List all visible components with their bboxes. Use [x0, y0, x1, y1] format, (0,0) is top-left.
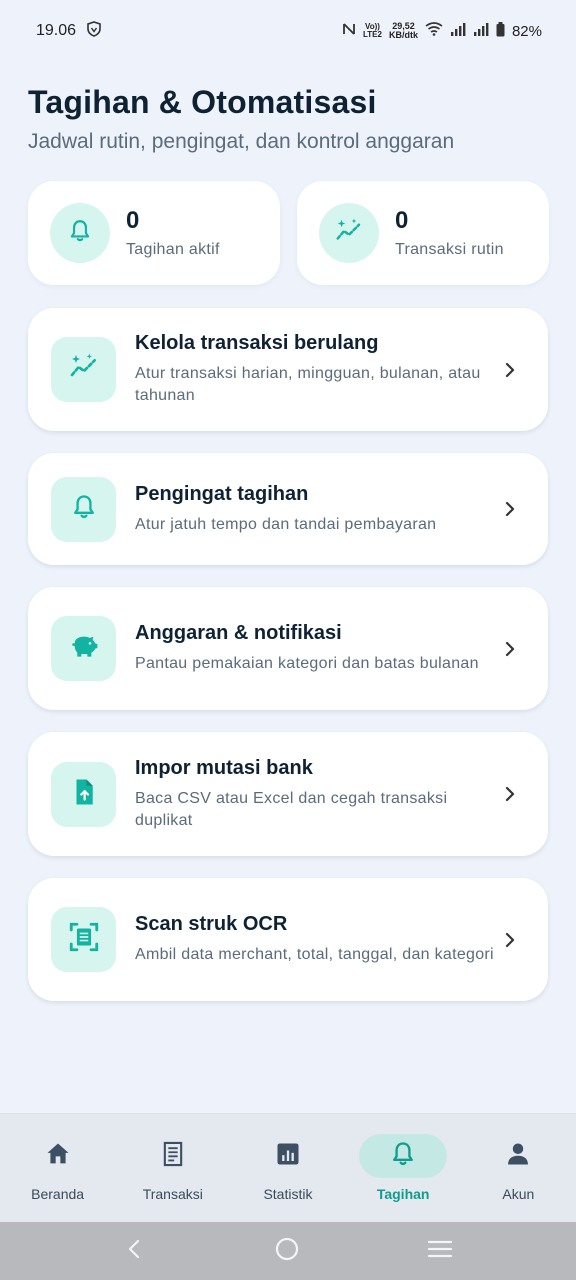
signal-icon-2 [473, 22, 489, 40]
stat-label: Tagihan aktif [126, 241, 220, 258]
nav-label: Tagihan [376, 1186, 430, 1202]
menu-text: Anggaran & notifikasi Pantau pemakaian k… [135, 622, 498, 675]
stat-card-active-bills[interactable]: 0 Tagihan aktif [28, 181, 280, 285]
sparkle-trend-icon [68, 351, 100, 388]
menu-text: Impor mutasi bank Baca CSV atau Excel da… [135, 757, 498, 832]
menu-scan-receipt-ocr[interactable]: Scan struk OCR Ambil data merchant, tota… [28, 878, 548, 1001]
chevron-right-icon [498, 358, 522, 382]
menu-description: Ambil data merchant, total, tanggal, dan… [135, 946, 494, 963]
stat-label: Transaksi rutin [395, 241, 504, 258]
chevron-right-icon [498, 497, 522, 521]
nav-label: Transaksi [142, 1186, 203, 1202]
menu-description: Atur jatuh tempo dan tandai pembayaran [135, 515, 437, 533]
nav-label: Statistik [263, 1186, 313, 1202]
nav-item-tagihan[interactable]: Tagihan [348, 1134, 458, 1202]
nfc-icon [342, 21, 356, 41]
menu-icon-wrap [51, 616, 116, 681]
nav-label: Beranda [31, 1186, 85, 1202]
system-nav-bar [0, 1222, 576, 1280]
stat-icon-wrap [50, 203, 110, 263]
menu-title: Pengingat tagihan [135, 482, 309, 505]
menu-description: Atur transaksi harian, mingguan, bulanan… [135, 365, 481, 404]
volte-indicator: Vo)) LTE2 [363, 23, 382, 39]
nav-item-transaksi[interactable]: Transaksi [118, 1134, 228, 1202]
menu-description: Baca CSV atau Excel dan cegah transaksi … [135, 789, 448, 829]
battery-percent: 82% [511, 22, 542, 40]
menu-text: Scan struk OCR Ambil data merchant, tota… [135, 913, 498, 966]
page-subtitle: Jadwal rutin, pengingat, dan kontrol ang… [28, 130, 455, 153]
nav-label: Akun [502, 1186, 535, 1202]
chevron-right-icon [498, 928, 522, 952]
bell-icon [67, 218, 93, 249]
document-scan-icon [67, 920, 101, 959]
wifi-icon [425, 22, 443, 40]
receipt-icon [159, 1140, 187, 1173]
stat-card-recurring[interactable]: 0 Transaksi rutin [297, 181, 549, 285]
signal-icon [450, 22, 466, 40]
file-upload-icon [69, 777, 99, 812]
nav-icon-wrap [14, 1134, 102, 1178]
nav-icon-wrap [244, 1134, 332, 1178]
menu-title: Scan struk OCR [135, 913, 288, 935]
back-icon[interactable] [123, 1237, 147, 1266]
nav-icon-wrap [359, 1134, 448, 1178]
menu-icon-wrap [51, 761, 116, 827]
nav-item-statistik[interactable]: Statistik [233, 1134, 343, 1202]
bottom-nav: Beranda Transaksi Statistik Tagihan Akun [0, 1113, 576, 1222]
sparkle-trend-icon [334, 216, 364, 251]
stat-value: 0 [395, 207, 409, 234]
menu-budget-notifications[interactable]: Anggaran & notifikasi Pantau pemakaian k… [28, 587, 548, 710]
person-icon [504, 1140, 532, 1173]
menu-text: Pengingat tagihan Atur jatuh tempo dan t… [135, 483, 498, 536]
battery-icon [496, 21, 505, 41]
stat-icon-wrap [319, 203, 379, 263]
stat-text: 0 Transaksi rutin [395, 207, 504, 259]
status-bar: 19.06 Vo)) LTE2 29,52 KB/dtk 82% [0, 0, 576, 62]
recents-icon[interactable] [427, 1237, 453, 1266]
status-time: 19.06 [36, 22, 77, 39]
menu-icon-wrap [51, 907, 116, 972]
menu-title: Kelola transaksi berulang [135, 332, 379, 354]
menu-title: Impor mutasi bank [135, 756, 313, 779]
page-title: Tagihan & Otomatisasi [28, 84, 377, 120]
bell-icon [389, 1140, 417, 1173]
net-speed: 29,52 KB/dtk [389, 22, 418, 40]
chevron-right-icon [498, 782, 522, 806]
status-left: 19.06 [36, 20, 102, 42]
vpn-shield-icon [86, 20, 102, 42]
menu-bill-reminder[interactable]: Pengingat tagihan Atur jatuh tempo dan t… [28, 453, 548, 565]
status-right: Vo)) LTE2 29,52 KB/dtk 82% [342, 21, 542, 41]
nav-icon-wrap [129, 1134, 217, 1178]
menu-description: Pantau pemakaian kategori dan batas bula… [135, 655, 479, 672]
stat-value: 0 [126, 207, 140, 234]
home-icon [44, 1140, 72, 1173]
home-circle-icon[interactable] [274, 1236, 300, 1267]
bell-icon [70, 493, 98, 526]
menu-title: Anggaran & notifikasi [135, 622, 342, 644]
piggy-bank-icon [68, 630, 100, 667]
nav-item-beranda[interactable]: Beranda [3, 1134, 113, 1202]
nav-icon-wrap [474, 1134, 562, 1178]
menu-text: Kelola transaksi berulang Atur transaksi… [135, 332, 498, 407]
menu-recurring-transactions[interactable]: Kelola transaksi berulang Atur transaksi… [28, 308, 548, 431]
chevron-right-icon [498, 637, 522, 661]
stat-text: 0 Tagihan aktif [126, 207, 220, 259]
volte-bottom: LTE2 [363, 30, 382, 39]
net-speed-unit: KB/dtk [388, 30, 418, 40]
menu-import-bank-statement[interactable]: Impor mutasi bank Baca CSV atau Excel da… [28, 732, 548, 856]
nav-item-akun[interactable]: Akun [463, 1134, 573, 1202]
menu-icon-wrap [51, 337, 116, 402]
menu-icon-wrap [51, 476, 116, 542]
chart-icon [274, 1140, 302, 1173]
